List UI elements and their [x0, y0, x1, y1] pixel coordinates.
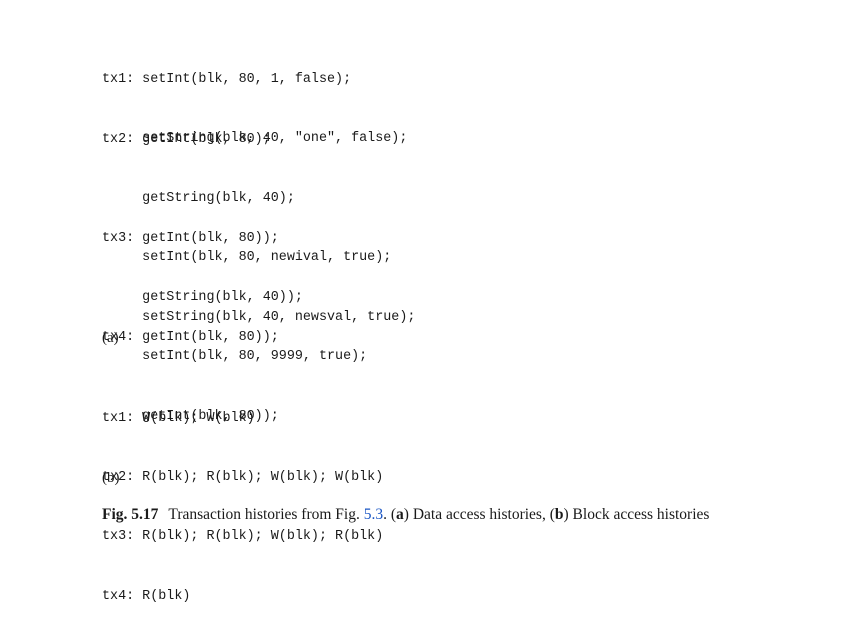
code-line: tx4: R(blk)	[102, 588, 191, 604]
figure-caption: Fig. 5.17 Transaction histories from Fig.…	[102, 506, 710, 523]
tx4-code-block: tx4: getInt(blk, 80));	[102, 288, 279, 367]
code-line: tx4: getInt(blk, 80));	[102, 329, 279, 345]
caption-period: .	[383, 506, 387, 523]
code-line: tx2: R(blk); R(blk); W(blk); W(blk)	[102, 469, 384, 485]
block-history-block: tx1: W(blk); W(blk) tx2: R(blk); R(blk);…	[102, 369, 383, 626]
figure-number: Fig. 5.17	[102, 506, 159, 523]
caption-text: Transaction histories from Fig.	[168, 506, 360, 523]
part-a-description: Data access histories,	[412, 506, 546, 523]
code-line: tx1: setInt(blk, 80, 1, false);	[102, 71, 352, 87]
part-b-marker: b	[554, 506, 564, 523]
figure-reference-link[interactable]: 5.3	[364, 506, 383, 523]
code-line: tx3: getInt(blk, 80));	[102, 230, 279, 246]
part-a-marker: a	[396, 506, 404, 523]
part-b-label: (b)	[102, 470, 120, 486]
part-b-description: Block access histories	[572, 506, 710, 523]
code-line: tx3: R(blk); R(blk); W(blk); R(blk)	[102, 529, 384, 545]
part-a-label: (a)	[102, 330, 119, 346]
code-line: tx2: getInt(blk, 80);	[102, 131, 271, 147]
code-line: tx1: W(blk); W(blk)	[102, 410, 255, 426]
